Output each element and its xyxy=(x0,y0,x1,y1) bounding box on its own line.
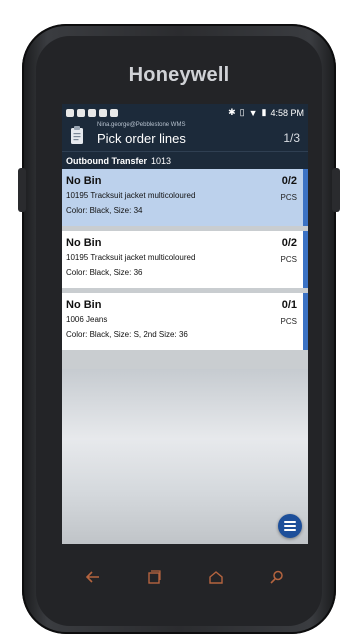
app-bar: Nina.george@Pebblestone WMS Pick order l… xyxy=(62,121,308,151)
vibrate-icon: ▯ xyxy=(239,107,245,117)
battery-icon: ▮ xyxy=(261,107,267,117)
attributes-label: Color: Black, Size: 34 xyxy=(66,206,143,215)
product-label: 10195 Tracksuit jacket multicoloured xyxy=(66,253,196,262)
bin-label: No Bin xyxy=(66,237,102,249)
user-label: Nina.george@Pebblestone WMS xyxy=(97,122,186,128)
order-line-item[interactable]: No Bin 0/2 10195 Tracksuit jacket multic… xyxy=(62,169,308,226)
order-line-item[interactable]: No Bin 0/2 10195 Tracksuit jacket multic… xyxy=(62,231,308,288)
sub-header-number: 1013 xyxy=(151,155,172,166)
notification-icon xyxy=(66,108,74,117)
menu-icon-line xyxy=(284,529,296,531)
side-button-left xyxy=(18,168,26,212)
unit-label: PCS xyxy=(280,317,297,326)
qty-label: 0/2 xyxy=(281,237,297,249)
unit-label: PCS xyxy=(280,255,297,264)
notification-icon xyxy=(88,108,96,117)
qty-label: 0/1 xyxy=(281,299,297,311)
menu-icon-line xyxy=(284,525,296,527)
notification-icon xyxy=(99,108,107,117)
page-title: Pick order lines xyxy=(97,131,186,146)
search-icon[interactable] xyxy=(269,569,285,585)
sub-header-label: Outbound Transfer xyxy=(66,155,147,166)
menu-fab-button[interactable] xyxy=(278,514,302,538)
bluetooth-icon: ✱ xyxy=(228,107,236,117)
brand-logo: Honeywell xyxy=(128,64,230,86)
wifi-icon: ▼ xyxy=(248,107,258,118)
bin-label: No Bin xyxy=(66,175,102,187)
product-label: 1006 Jeans xyxy=(66,315,108,324)
qty-label: 0/2 xyxy=(281,175,297,187)
screen: ✱ ▯ ▼ ▮ 4:58 PM Nina.george@Pebblestone … xyxy=(62,104,308,544)
home-icon[interactable] xyxy=(208,569,224,585)
menu-icon-line xyxy=(284,521,296,523)
status-time: 4:58 PM xyxy=(270,107,304,118)
attributes-label: Color: Black, Size: S, 2nd Size: 36 xyxy=(66,330,188,339)
notification-icons xyxy=(66,108,118,117)
notification-icon xyxy=(77,108,85,117)
order-line-item[interactable]: No Bin 0/1 1006 Jeans PCS Color: Black, … xyxy=(62,293,308,350)
attributes-label: Color: Black, Size: 36 xyxy=(66,268,143,277)
android-nav-bar xyxy=(62,560,308,594)
page-counter: 1/3 xyxy=(283,131,300,145)
side-button-right xyxy=(332,168,340,212)
order-lines-list: No Bin 0/2 10195 Tracksuit jacket multic… xyxy=(62,169,308,350)
back-icon[interactable] xyxy=(85,569,101,585)
bin-label: No Bin xyxy=(66,299,102,311)
sub-header: Outbound Transfer 1013 xyxy=(62,151,308,169)
clipboard-icon xyxy=(71,126,83,144)
android-icon xyxy=(110,108,118,117)
background-image xyxy=(62,369,308,544)
status-bar: ✱ ▯ ▼ ▮ 4:58 PM xyxy=(62,104,308,121)
product-label: 10195 Tracksuit jacket multicoloured xyxy=(66,191,196,200)
recent-apps-icon[interactable] xyxy=(146,569,162,585)
unit-label: PCS xyxy=(280,193,297,202)
